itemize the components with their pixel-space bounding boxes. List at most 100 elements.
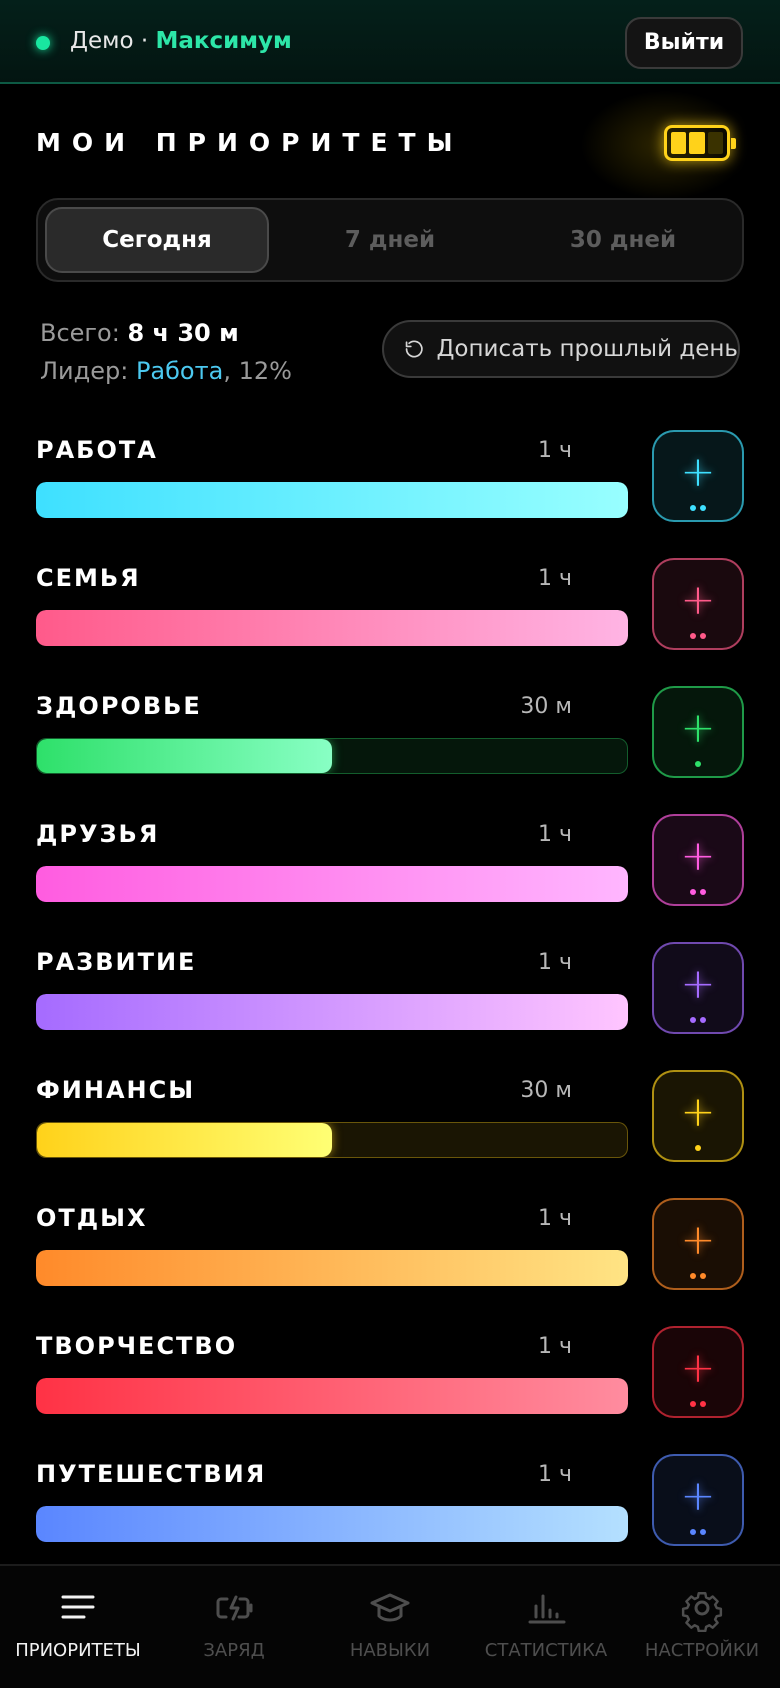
progress-fill xyxy=(36,1250,628,1286)
user-label: Демо · Максимум xyxy=(70,28,292,54)
graduation-cap-icon xyxy=(370,1593,410,1622)
entry-dot xyxy=(700,633,706,639)
entry-dot xyxy=(690,1401,696,1407)
logout-button[interactable]: Выйти xyxy=(625,17,743,69)
backfill-label: Дописать прошлый день xyxy=(436,336,738,362)
progress-track xyxy=(36,994,628,1030)
category-time: 30 м xyxy=(520,1078,572,1103)
category-row: ТВОРЧЕСТВО 1 ч + xyxy=(36,1326,744,1432)
add-time-button[interactable]: + xyxy=(652,430,744,522)
add-time-button[interactable]: + xyxy=(652,1326,744,1418)
add-time-button[interactable]: + xyxy=(652,1454,744,1546)
plus-icon: + xyxy=(680,1215,716,1264)
leader-line: Лидер: Работа, 12% xyxy=(40,352,292,390)
entry-dot xyxy=(690,1017,696,1023)
list-icon xyxy=(61,1595,95,1619)
progress-track xyxy=(36,1250,628,1286)
backfill-previous-day-button[interactable]: Дописать прошлый день xyxy=(382,320,740,378)
category-row: РАЗВИТИЕ 1 ч + xyxy=(36,942,744,1048)
entry-dots xyxy=(654,1273,742,1279)
category-time: 30 м xyxy=(520,694,572,719)
category-name: ТВОРЧЕСТВО xyxy=(36,1332,238,1360)
battery-cell xyxy=(671,132,687,154)
nav-label: СТАТИСТИКА xyxy=(484,1640,608,1661)
leader-label: Лидер: xyxy=(40,357,136,385)
plus-icon: + xyxy=(680,447,716,496)
entry-dot xyxy=(690,633,696,639)
plus-icon: + xyxy=(680,831,716,880)
online-status-dot xyxy=(36,36,50,50)
history-icon xyxy=(405,340,423,358)
add-time-button[interactable]: + xyxy=(652,942,744,1034)
leader-name: Работа xyxy=(135,357,224,385)
entry-dots xyxy=(654,505,742,511)
add-time-button[interactable]: + xyxy=(652,1198,744,1290)
progress-fill xyxy=(36,866,628,902)
category-row: ФИНАНСЫ 30 м + xyxy=(36,1070,744,1176)
entry-dot xyxy=(700,889,706,895)
total-label: Всего: xyxy=(40,319,128,347)
plus-icon: + xyxy=(680,959,716,1008)
plus-icon: + xyxy=(680,1471,716,1520)
progress-track xyxy=(36,1378,628,1414)
entry-dot xyxy=(695,1145,701,1151)
category-time: 1 ч xyxy=(538,438,572,463)
category-name: ДРУЗЬЯ xyxy=(36,820,160,848)
battery-cell xyxy=(707,132,723,154)
progress-fill xyxy=(36,994,628,1030)
category-name: СЕМЬЯ xyxy=(36,564,141,592)
top-bar: Демо · Максимум Выйти xyxy=(0,0,780,84)
category-row: ЗДОРОВЬЕ 30 м + xyxy=(36,686,744,792)
category-time: 1 ч xyxy=(538,1334,572,1359)
category-time: 1 ч xyxy=(538,1462,572,1487)
progress-track xyxy=(36,1122,628,1158)
summary: Всего: 8 ч 30 м Лидер: Работа, 12% xyxy=(40,314,292,390)
progress-fill xyxy=(37,739,332,773)
entry-dot xyxy=(700,1529,706,1535)
category-time: 1 ч xyxy=(538,1206,572,1231)
battery-charge-icon xyxy=(216,1595,253,1621)
add-time-button[interactable]: + xyxy=(652,686,744,778)
tab-30-days[interactable]: 30 дней xyxy=(511,207,735,273)
category-name: РАБОТА xyxy=(36,436,158,464)
nav-priorities[interactable]: ПРИОРИТЕТЫ xyxy=(0,1566,156,1688)
entry-dots xyxy=(654,1401,742,1407)
battery-icon[interactable] xyxy=(664,125,736,161)
plus-icon: + xyxy=(680,703,716,752)
category-time: 1 ч xyxy=(538,950,572,975)
plus-icon: + xyxy=(680,1343,716,1392)
progress-fill xyxy=(36,482,628,518)
add-time-button[interactable]: + xyxy=(652,558,744,650)
add-time-button[interactable]: + xyxy=(652,1070,744,1162)
category-row: РАБОТА 1 ч + xyxy=(36,430,744,536)
nav-label: НАСТРОЙКИ xyxy=(644,1640,760,1661)
category-row: ОТДЫХ 1 ч + xyxy=(36,1198,744,1304)
leader-percent: , 12% xyxy=(223,357,292,385)
entry-dot xyxy=(690,505,696,511)
gear-icon xyxy=(681,1592,723,1632)
nav-label: НАВЫКИ xyxy=(349,1640,431,1661)
entry-dot xyxy=(700,1401,706,1407)
progress-track xyxy=(36,1506,628,1542)
entry-dots xyxy=(654,1145,742,1151)
add-time-button[interactable]: + xyxy=(652,814,744,906)
entry-dots xyxy=(654,889,742,895)
nav-charge[interactable]: ЗАРЯД xyxy=(156,1566,312,1688)
nav-statistics[interactable]: СТАТИСТИКА xyxy=(468,1566,624,1688)
bottom-navigation: ПРИОРИТЕТЫ ЗАРЯД НАВЫКИ СТАТИСТИКА НАСТР… xyxy=(0,1564,780,1688)
nav-label: ПРИОРИТЕТЫ xyxy=(15,1640,141,1661)
progress-fill xyxy=(36,1378,628,1414)
user-name: Максимум xyxy=(155,28,292,54)
entry-dot xyxy=(695,761,701,767)
tab-7-days[interactable]: 7 дней xyxy=(278,207,502,273)
nav-settings[interactable]: НАСТРОЙКИ xyxy=(624,1566,780,1688)
entry-dots xyxy=(654,1017,742,1023)
entry-dot xyxy=(690,1273,696,1279)
nav-skills[interactable]: НАВЫКИ xyxy=(312,1566,468,1688)
entry-dots xyxy=(654,633,742,639)
entry-dot xyxy=(690,889,696,895)
category-name: РАЗВИТИЕ xyxy=(36,948,197,976)
entry-dot xyxy=(690,1529,696,1535)
tab-today[interactable]: Сегодня xyxy=(45,207,269,273)
progress-fill xyxy=(36,610,628,646)
